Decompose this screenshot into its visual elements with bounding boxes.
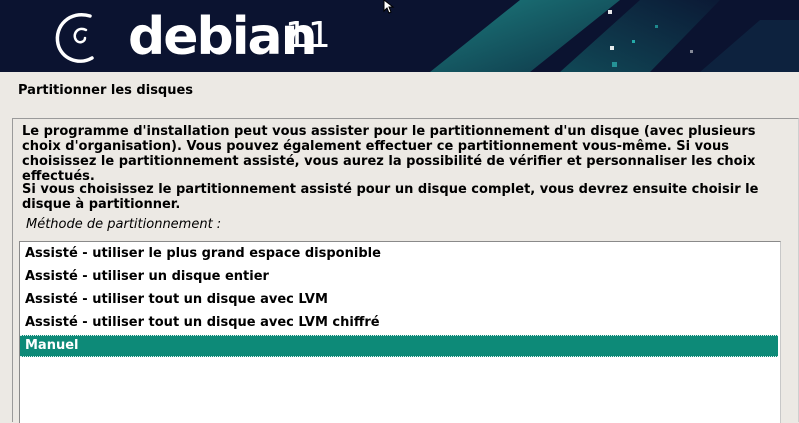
intro-paragraph: Le programme d'installation peut vous as… xyxy=(22,124,756,184)
option-manual[interactable]: Manuel xyxy=(20,335,778,357)
header-banner: debian 11 xyxy=(0,0,799,72)
mouse-pointer-icon xyxy=(383,0,395,14)
option-largest-free-space[interactable]: Assisté - utiliser le plus grand espace … xyxy=(20,243,778,265)
partition-method-list[interactable]: Assisté - utiliser le plus grand espace … xyxy=(19,241,781,423)
banner-background-art xyxy=(430,0,799,72)
page-title: Partitionner les disques xyxy=(18,83,194,98)
content-panel: Le programme d'installation peut vous as… xyxy=(12,118,799,423)
version-number: 11 xyxy=(285,15,331,56)
option-entire-disk-encrypted-lvm[interactable]: Assisté - utiliser tout un disque avec L… xyxy=(20,312,778,334)
option-entire-disk[interactable]: Assisté - utiliser un disque entier xyxy=(20,266,778,288)
debian-swirl-logo-icon xyxy=(55,12,94,63)
assisted-paragraph: Si vous choisissez le partitionnement as… xyxy=(22,182,759,212)
option-entire-disk-lvm[interactable]: Assisté - utiliser tout un disque avec L… xyxy=(20,289,778,311)
partition-method-label: Méthode de partitionnement : xyxy=(26,217,222,232)
